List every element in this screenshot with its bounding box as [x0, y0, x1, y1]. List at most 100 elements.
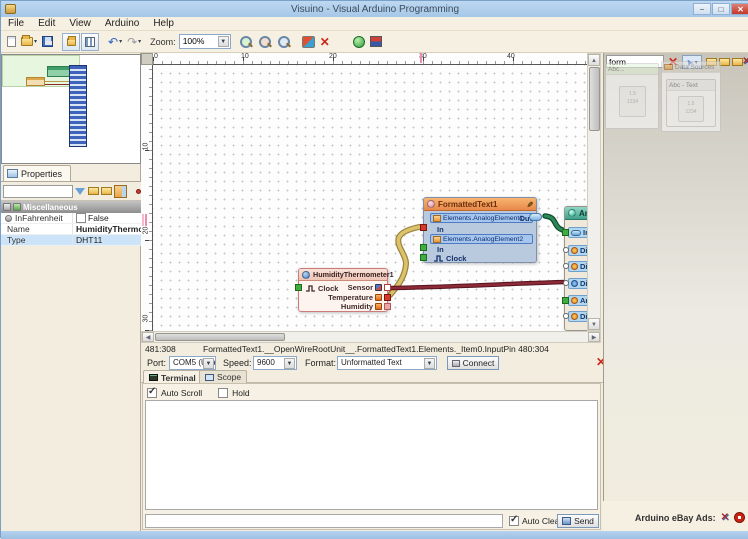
horizontal-scroll-thumb[interactable] [155, 333, 285, 341]
arduino-digital-pin[interactable] [563, 280, 569, 286]
property-row-infahrenheit[interactable]: InFahrenheit False [1, 213, 141, 224]
status-message: FormattedText1.__OpenWireRootUnit__.Form… [203, 344, 549, 354]
design-canvas[interactable]: FormattedText1 ✎ Elements.AnalogElement1… [153, 65, 587, 331]
filter-funnel-icon[interactable] [75, 188, 85, 195]
clock-pin[interactable] [420, 254, 427, 261]
open-folder-icon [21, 37, 33, 46]
block-header[interactable]: Ard [565, 207, 587, 220]
zoom-in-button[interactable] [237, 33, 255, 51]
arduino-in-pin[interactable] [562, 229, 569, 236]
terminal-output[interactable] [145, 400, 598, 510]
wire-sensor-to-digital[interactable] [390, 282, 566, 288]
send-button[interactable]: Send [557, 514, 599, 528]
properties-filter-input[interactable] [3, 185, 73, 198]
scroll-up-arrow[interactable]: ▲ [588, 54, 600, 66]
palette-group-data-sources[interactable]: Data Sources Abc - Text 1.51234 [661, 61, 721, 132]
input-pin-2[interactable] [420, 244, 427, 251]
block-header[interactable]: FormattedText1 ✎ [424, 198, 536, 211]
palette-item-text[interactable]: Abc - Text 1.51234 [666, 79, 716, 127]
sensor-pin[interactable] [384, 284, 391, 291]
toggle-properties-button[interactable] [62, 33, 80, 51]
vertical-scroll-thumb[interactable] [589, 67, 600, 131]
open-button[interactable]: ▾ [19, 33, 39, 51]
undo-button[interactable]: ↶▾ [106, 33, 124, 51]
clock-pin[interactable] [295, 284, 302, 291]
arduino-digital-pin[interactable] [563, 263, 569, 269]
collapse-folder-icon[interactable] [101, 187, 112, 195]
toggle-grid-button[interactable] [81, 33, 99, 51]
arduino-digital-row[interactable]: Digit [568, 245, 587, 256]
menu-edit[interactable]: Edit [31, 18, 62, 29]
arduino-digital-pin[interactable] [563, 313, 569, 319]
arduino-analog-row[interactable]: Anal [568, 295, 587, 306]
menu-help[interactable]: Help [146, 18, 181, 29]
auto-clear-checkbox[interactable] [509, 516, 519, 526]
serial-icon [571, 230, 581, 236]
wire-temperature-to-in[interactable] [390, 227, 419, 295]
cursor-coordinates: 481:308 [145, 344, 181, 354]
minimize-button[interactable]: − [693, 3, 711, 15]
arduino-digital-row[interactable]: Digit [568, 278, 587, 289]
arduino-analog-pin[interactable] [562, 297, 569, 304]
infahrenheit-checkbox[interactable] [76, 213, 86, 223]
mouse-y-marker [145, 214, 147, 226]
save-button[interactable] [40, 33, 55, 51]
new-button[interactable] [5, 33, 18, 51]
menu-view[interactable]: View [62, 18, 98, 29]
arduino-digital-row[interactable]: Digit [568, 311, 587, 322]
arduino-serial-in-row[interactable]: In [568, 227, 587, 238]
menu-arduino[interactable]: Arduino [98, 18, 146, 29]
new-page-icon [7, 36, 16, 47]
connect-button[interactable]: Connect [447, 356, 499, 370]
zoom-select[interactable]: 100%▼ [179, 34, 231, 49]
palette-item-formatted-text[interactable]: Abc... 1.51234 [605, 63, 659, 129]
redo-button[interactable]: ↷▾ [125, 33, 143, 51]
block-header[interactable]: HumidityThermometer1 [299, 269, 387, 281]
canvas-vertical-scrollbar[interactable]: ▲ ▼ [587, 53, 601, 331]
speed-label: Speed: [223, 358, 252, 368]
scroll-down-arrow[interactable]: ▼ [588, 318, 600, 330]
property-row-name[interactable]: Name HumidityThermo... [1, 224, 141, 235]
auto-scroll-checkbox[interactable] [147, 388, 157, 398]
hold-checkbox[interactable] [218, 388, 228, 398]
tab-scope[interactable]: Scope [199, 370, 247, 383]
block-formattedtext1[interactable]: FormattedText1 ✎ Elements.AnalogElement1… [423, 197, 537, 263]
expand-folder-icon[interactable] [88, 187, 99, 195]
tab-properties[interactable]: Properties [3, 165, 71, 181]
out-pin[interactable] [529, 213, 542, 221]
build-upload-button[interactable] [300, 33, 317, 51]
speed-select[interactable]: 9600 ▼ [253, 356, 297, 370]
scroll-left-arrow[interactable]: ◀ [142, 332, 154, 342]
block-humiditythermometer1[interactable]: HumidityThermometer1 Clock Sensor Temper… [298, 268, 388, 312]
menu-file[interactable]: File [1, 18, 31, 29]
delete-button[interactable]: ✕ [318, 33, 332, 51]
screenshot-button[interactable] [368, 33, 384, 51]
arduino-digital-pin[interactable] [563, 247, 569, 253]
zoom-reset-button[interactable] [275, 33, 293, 51]
send-icon [562, 517, 571, 525]
temperature-pin[interactable] [384, 294, 391, 301]
input-pin-1[interactable] [420, 224, 427, 231]
zoom-out-button[interactable] [256, 33, 274, 51]
humidity-pin[interactable] [384, 303, 391, 310]
scroll-right-arrow[interactable]: ▶ [588, 332, 600, 342]
block-arduino-board[interactable]: Ard In Digit Digit Digit Anal Digit [564, 206, 587, 331]
overview-minimap[interactable] [1, 54, 141, 164]
ads-tools-icon[interactable]: ✕ [721, 513, 729, 523]
arduino-digital-row[interactable]: Digit [568, 261, 587, 272]
port-select[interactable]: COM5 (Unav ▼ [169, 356, 216, 370]
category-view-icon[interactable] [114, 185, 127, 198]
property-group-header[interactable]: Miscellaneous [1, 201, 141, 213]
web-button[interactable] [351, 33, 367, 51]
send-input[interactable] [145, 514, 503, 528]
format-select[interactable]: Unformatted Text ▼ [337, 356, 437, 370]
canvas-horizontal-scrollbar[interactable]: ◀ ▶ [141, 331, 601, 343]
maximize-button[interactable]: □ [712, 3, 730, 15]
ads-record-icon[interactable] [734, 512, 745, 523]
close-button[interactable]: ✕ [731, 3, 748, 15]
element-analogelement2[interactable]: Elements.AnalogElement2 [430, 234, 533, 244]
element-analogelement1[interactable]: Elements.AnalogElement1 [430, 213, 533, 223]
edit-pencil-icon[interactable]: ✎ [525, 201, 534, 208]
tab-terminal[interactable]: Terminal [143, 370, 202, 384]
property-row-type[interactable]: Type DHT11 [1, 235, 141, 246]
